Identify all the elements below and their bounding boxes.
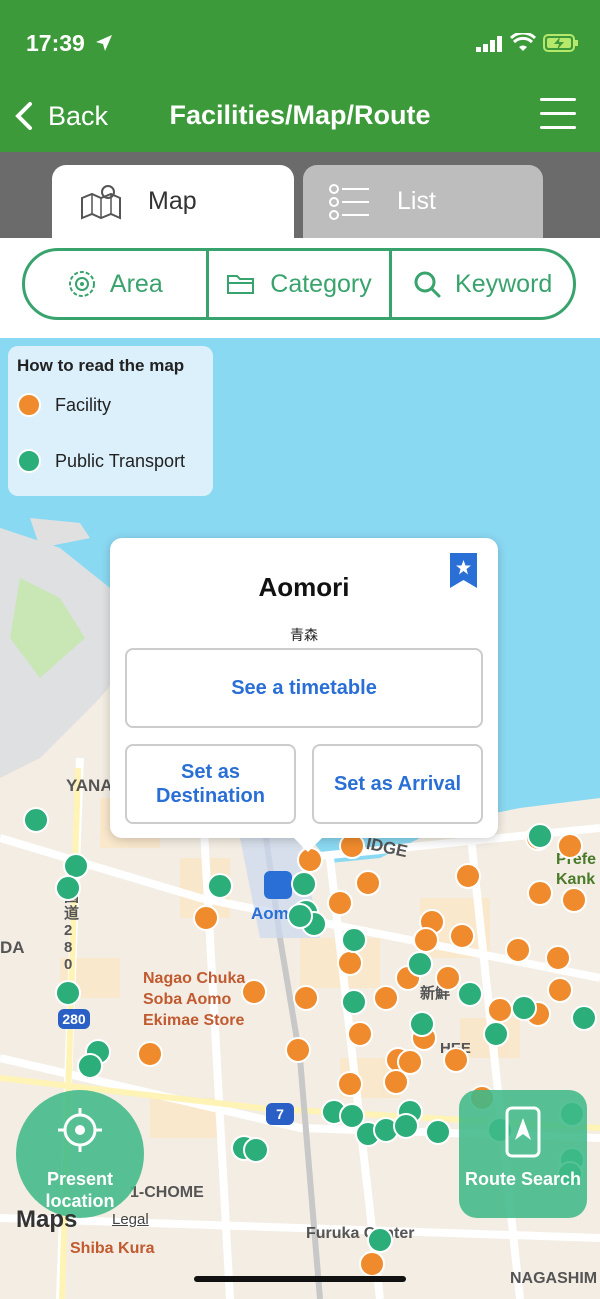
list-icon (329, 183, 369, 220)
keyword-filter-button[interactable]: Keyword (389, 251, 573, 317)
facility-marker[interactable] (373, 985, 399, 1011)
facility-marker[interactable] (547, 977, 573, 1003)
transport-marker[interactable] (457, 981, 483, 1007)
category-filter-label: Category (270, 269, 372, 298)
transport-marker[interactable] (425, 1119, 451, 1145)
transport-dot-icon (17, 449, 41, 473)
transport-marker[interactable] (511, 995, 537, 1021)
facility-dot-icon (17, 393, 41, 417)
facility-marker[interactable] (327, 890, 353, 916)
transport-marker[interactable] (571, 1005, 597, 1031)
facility-marker[interactable] (355, 870, 381, 896)
legend-title: How to read the map (17, 356, 185, 375)
tab-map-label: Map (148, 187, 197, 215)
transport-marker[interactable] (341, 989, 367, 1015)
facility-marker[interactable] (449, 923, 475, 949)
map-icon (81, 184, 121, 220)
signal-icon (476, 36, 502, 52)
facility-marker[interactable] (561, 887, 587, 913)
tab-map[interactable]: Map (52, 165, 294, 238)
set-arrival-button[interactable]: Set as Arrival (312, 744, 483, 824)
facility-marker[interactable] (293, 985, 319, 1011)
facility-marker[interactable] (527, 880, 553, 906)
folder-icon (227, 275, 255, 294)
location-arrow-icon (96, 35, 112, 51)
transport-marker[interactable] (55, 875, 81, 901)
facility-marker[interactable] (359, 1251, 385, 1277)
category-filter-button[interactable]: Category (205, 251, 390, 317)
transport-marker[interactable] (243, 1137, 269, 1163)
facility-marker[interactable] (241, 979, 267, 1005)
crosshair-icon (58, 1108, 102, 1152)
status-bar: 17:39 (0, 0, 600, 86)
legend-transport-label: Public Transport (55, 450, 186, 471)
present-location-button[interactable]: Present location (16, 1090, 144, 1218)
transport-marker[interactable] (287, 903, 313, 929)
route-search-button[interactable]: Route Search (459, 1090, 587, 1218)
transport-marker[interactable] (483, 1021, 509, 1047)
phone-route-icon (505, 1106, 541, 1158)
transport-marker[interactable] (409, 1011, 435, 1037)
header: 17:39 Back Facilities/Map/Route (0, 0, 600, 152)
facility-marker[interactable] (545, 945, 571, 971)
filter-group: Area Category Keyword (22, 248, 576, 320)
facility-marker[interactable] (505, 937, 531, 963)
facility-marker[interactable] (413, 927, 439, 953)
station-popup: Aomori 青森 See a timetable Set as Destina… (110, 538, 498, 852)
facility-marker[interactable] (337, 1071, 363, 1097)
keyword-filter-label: Keyword (455, 269, 553, 298)
transport-marker[interactable] (55, 980, 81, 1006)
menu-icon[interactable] (540, 98, 576, 132)
timetable-button[interactable]: See a timetable (125, 648, 483, 728)
apple-maps-logo: Maps (16, 1206, 78, 1233)
transport-marker[interactable] (341, 927, 367, 953)
facility-marker[interactable] (435, 965, 461, 991)
view-tabs: Map List (0, 152, 600, 238)
area-filter-button[interactable]: Area (25, 251, 206, 317)
map-view[interactable]: YANA IDGE DA 国道280 280 7 Aom Nagao Chuka… (0, 338, 600, 1299)
set-destination-button[interactable]: Set as Destination (125, 744, 296, 824)
facility-marker[interactable] (193, 905, 219, 931)
transport-marker[interactable] (77, 1053, 103, 1079)
battery-icon (543, 34, 578, 52)
legend-item-transport: Public Transport (17, 446, 204, 476)
legal-link[interactable]: Legal (112, 1211, 149, 1228)
tab-list-label: List (397, 187, 436, 215)
facility-marker[interactable] (383, 1069, 409, 1095)
popup-subtitle: 青森 (290, 627, 318, 643)
facility-marker[interactable] (557, 833, 583, 859)
transport-marker[interactable] (393, 1113, 419, 1139)
popup-title: Aomori (258, 572, 350, 602)
status-time: 17:39 (26, 30, 85, 56)
facility-marker[interactable] (455, 863, 481, 889)
route-search-label: Route Search (464, 1169, 582, 1189)
transport-marker[interactable] (207, 873, 233, 899)
page-title: Facilities/Map/Route (169, 100, 431, 130)
map-legend: How to read the map Facility Public Tran… (8, 346, 213, 496)
facility-marker[interactable] (285, 1037, 311, 1063)
transport-marker[interactable] (291, 871, 317, 897)
facility-marker[interactable] (137, 1041, 163, 1067)
search-icon (414, 271, 441, 298)
area-icon (68, 271, 95, 297)
facility-marker[interactable] (337, 950, 363, 976)
facility-marker[interactable] (487, 997, 513, 1023)
nav-bar: Back Facilities/Map/Route (0, 86, 600, 150)
area-filter-label: Area (109, 269, 163, 298)
tab-list[interactable]: List (303, 165, 543, 238)
wifi-icon (510, 33, 536, 51)
transport-marker[interactable] (63, 853, 89, 879)
facility-marker[interactable] (443, 1047, 469, 1073)
legend-facility-label: Facility (55, 394, 112, 415)
home-indicator (194, 1276, 406, 1282)
transport-marker[interactable] (407, 951, 433, 977)
transport-marker[interactable] (367, 1227, 393, 1253)
transport-marker[interactable] (527, 823, 553, 849)
legend-item-facility: Facility (17, 390, 204, 420)
transport-marker[interactable] (23, 807, 49, 833)
filter-bar: Area Category Keyword (0, 238, 600, 338)
facility-marker[interactable] (347, 1021, 373, 1047)
